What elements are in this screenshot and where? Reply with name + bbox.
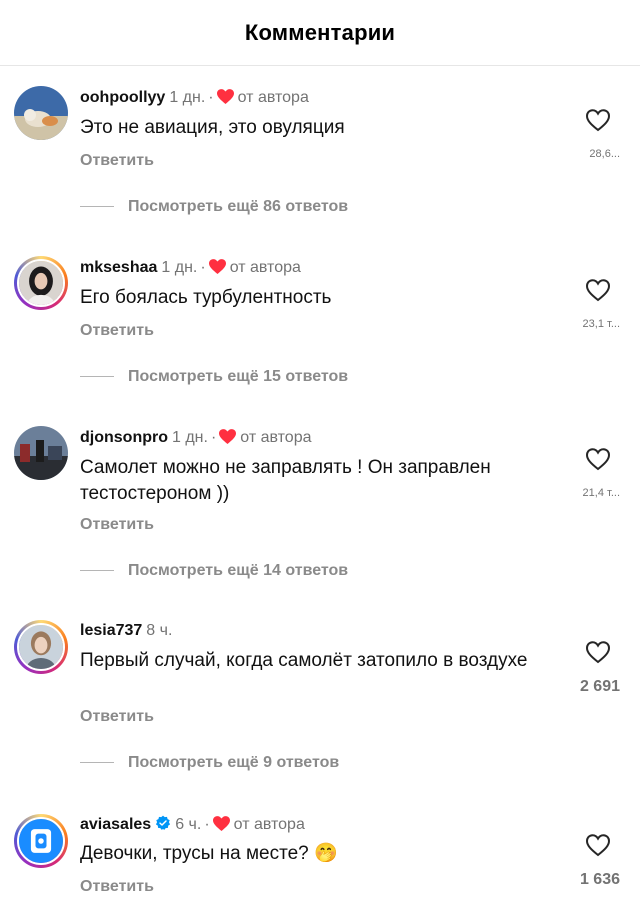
author-like-label: от автора <box>229 259 301 276</box>
divider-line <box>80 570 114 572</box>
reply-button[interactable]: Ответить <box>80 708 154 726</box>
reply-button[interactable]: Ответить <box>80 516 154 534</box>
view-more-replies-button[interactable]: Посмотреть ещё 86 ответов <box>80 198 348 216</box>
timestamp: 1 дн. <box>171 429 208 446</box>
username[interactable]: mkseshaa <box>80 259 157 276</box>
like-heart-icon[interactable] <box>585 640 611 664</box>
page-title: Комментарии <box>244 20 396 45</box>
author-liked-heart-icon <box>208 259 226 274</box>
like-count: 2 691 <box>579 678 620 695</box>
divider-line <box>80 762 114 764</box>
aviasales-logo[interactable] <box>14 814 68 868</box>
separator: · <box>200 259 206 276</box>
username[interactable]: djonsonpro <box>80 429 168 446</box>
username[interactable]: oohpoollyy <box>80 89 165 106</box>
view-more-replies-label: Посмотреть ещё 9 ответов <box>128 754 340 771</box>
cat-photo-avatar[interactable] <box>14 86 68 140</box>
comment-text: Первый случай, когда самолёт затопило в … <box>80 650 528 671</box>
author-like-label: от автора <box>233 816 305 833</box>
view-more-replies-label: Посмотреть ещё 86 ответов <box>128 198 349 215</box>
comment-text: Его боялась турбулентность <box>80 287 332 308</box>
author-like-label: от автора <box>240 429 312 446</box>
view-more-replies-button[interactable]: Посмотреть ещё 15 ответов <box>80 368 348 386</box>
author-liked-heart-icon <box>219 429 237 444</box>
view-more-replies-button[interactable]: Посмотреть ещё 9 ответов <box>80 754 339 772</box>
divider-line <box>80 376 114 378</box>
separator: · <box>204 816 210 833</box>
portrait-avatar[interactable] <box>14 620 68 674</box>
verified-badge-icon <box>156 815 171 830</box>
comment-text: Девочки, трусы на месте? 🤭 <box>80 841 560 867</box>
like-heart-icon[interactable] <box>585 447 611 471</box>
username[interactable]: aviasales <box>80 816 151 833</box>
scene-avatar[interactable] <box>14 426 68 480</box>
like-count: 1 636 <box>579 871 620 888</box>
like-heart-icon[interactable] <box>585 833 611 857</box>
comment-text: Это не авиация, это овуляция <box>80 117 345 138</box>
header: Комментарии <box>0 0 640 66</box>
like-count: 28,6... <box>589 148 620 160</box>
author-liked-heart-icon <box>216 89 234 104</box>
reply-button[interactable]: Ответить <box>80 322 154 340</box>
like-count: 21,4 т... <box>582 487 620 499</box>
like-heart-icon[interactable] <box>585 278 611 302</box>
view-more-replies-label: Посмотреть ещё 15 ответов <box>128 368 349 385</box>
author-like-label: от автора <box>237 89 309 106</box>
divider-line <box>80 206 114 208</box>
username[interactable]: lesia737 <box>80 622 142 639</box>
separator: · <box>210 429 217 446</box>
view-more-replies-button[interactable]: Посмотреть ещё 14 ответов <box>80 562 348 580</box>
comment-text: Самолет можно не заправлять ! Он заправл… <box>80 457 491 504</box>
timestamp: 1 дн. <box>169 89 206 106</box>
timestamp: 6 ч. <box>175 816 202 833</box>
timestamp: 8 ч. <box>146 622 173 639</box>
portrait-avatar[interactable] <box>14 256 68 310</box>
reply-button[interactable]: Ответить <box>80 878 154 896</box>
like-count: 23,1 т... <box>582 318 620 330</box>
author-liked-heart-icon <box>212 816 230 831</box>
like-heart-icon[interactable] <box>585 108 611 132</box>
comment-text-body: Девочки, трусы на месте? <box>80 843 309 864</box>
timestamp: 1 дн. <box>161 259 198 276</box>
view-more-replies-label: Посмотреть ещё 14 ответов <box>128 562 349 579</box>
separator: · <box>208 89 214 106</box>
reply-button[interactable]: Ответить <box>80 152 154 170</box>
hand-over-mouth-emoji-icon: 🤭 <box>314 843 338 864</box>
